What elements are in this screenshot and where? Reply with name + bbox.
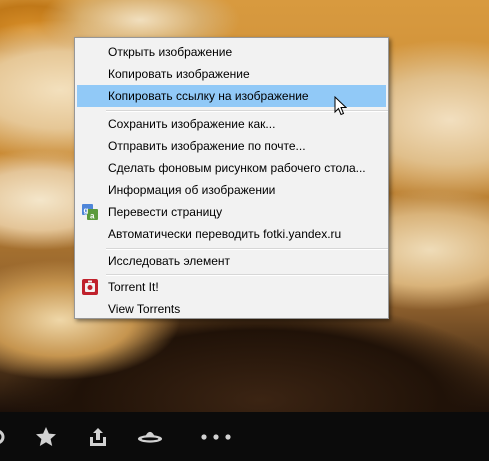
menu-item-label: Информация об изображении xyxy=(108,183,276,197)
menu-item-label: Копировать ссылку на изображение xyxy=(108,89,309,103)
menu-item-label: Открыть изображение xyxy=(108,45,233,59)
menu-item-image-info[interactable]: Информация об изображении xyxy=(77,179,386,201)
translate-icon: g a xyxy=(82,204,98,221)
menu-item-inspect-element[interactable]: Исследовать элемент xyxy=(77,250,386,272)
circle-partial-icon[interactable] xyxy=(0,424,14,450)
mouse-cursor-icon xyxy=(334,95,348,116)
ufo-icon[interactable] xyxy=(137,424,163,450)
menu-item-label: Отправить изображение по почте... xyxy=(108,139,306,153)
menu-item-save-image-as[interactable]: Сохранить изображение как... xyxy=(77,113,386,135)
svg-text:g: g xyxy=(84,206,89,215)
torrent-icon xyxy=(82,279,98,295)
bottom-toolbar xyxy=(0,412,489,461)
menu-item-copy-image[interactable]: Копировать изображение xyxy=(77,63,386,85)
more-icon[interactable] xyxy=(199,424,233,450)
share-icon[interactable] xyxy=(85,424,111,450)
menu-item-label: View Torrents xyxy=(108,302,181,316)
menu-item-set-as-desktop-background[interactable]: Сделать фоновым рисунком рабочего стола.… xyxy=(77,157,386,179)
menu-item-label: Сделать фоновым рисунком рабочего стола.… xyxy=(108,161,366,175)
menu-item-email-image[interactable]: Отправить изображение по почте... xyxy=(77,135,386,157)
menu-item-label: Копировать изображение xyxy=(108,67,250,81)
menu-item-label: Torrent It! xyxy=(108,280,159,294)
menu-item-translate-page[interactable]: g a Перевести страницу xyxy=(77,201,386,223)
context-menu: Открыть изображение Копировать изображен… xyxy=(74,37,389,319)
menu-item-view-torrents[interactable]: View Torrents xyxy=(77,298,386,320)
menu-item-label: Сохранить изображение как... xyxy=(108,117,276,131)
menu-item-auto-translate[interactable]: Автоматически переводить fotki.yandex.ru xyxy=(77,223,386,245)
menu-item-label: Перевести страницу xyxy=(108,205,223,219)
menu-item-open-image[interactable]: Открыть изображение xyxy=(77,41,386,63)
svg-text:a: a xyxy=(90,212,95,221)
menu-item-label: Автоматически переводить fotki.yandex.ru xyxy=(108,227,342,241)
star-icon[interactable] xyxy=(33,424,59,450)
menu-item-torrent-it[interactable]: Torrent It! xyxy=(77,276,386,298)
menu-item-label: Исследовать элемент xyxy=(108,254,231,268)
